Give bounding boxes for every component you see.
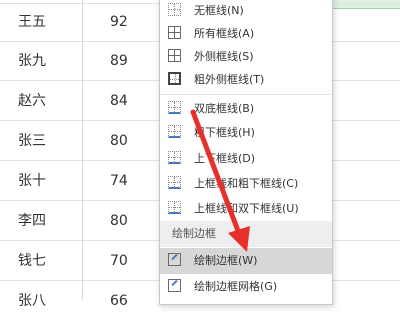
score-cell[interactable]: 74	[110, 162, 150, 200]
border-dropdown-menu: 无框线(N) 所有框线(A) 外侧框线(S) 粗外侧框线(T) 双底框线(B) …	[159, 0, 333, 305]
draw-border-icon	[168, 253, 181, 266]
score-cell[interactable]: 89	[110, 42, 150, 80]
score-cell[interactable]: 80	[110, 122, 150, 160]
no-border-icon	[168, 3, 181, 16]
score-cell[interactable]: 92	[110, 3, 150, 41]
menu-item-double-bottom-border[interactable]: 双底框线(B)	[160, 96, 332, 122]
section-title: 绘制边框	[172, 227, 216, 240]
draw-borders-section-header: 绘制边框	[160, 221, 332, 247]
menu-item-top-thick-bottom-border[interactable]: 上框线和粗下框线(C)	[160, 171, 332, 197]
top-bottom-border-icon	[168, 151, 181, 164]
menu-item-label: 粗外侧框线(T)	[194, 73, 265, 86]
outside-borders-icon	[168, 49, 181, 62]
menu-item-label: 绘制边框网格(G)	[194, 280, 278, 293]
menu-item-label: 上框线和双下框线(U)	[194, 202, 299, 215]
menu-divider	[160, 94, 332, 95]
name-cell[interactable]: 张九	[18, 42, 46, 80]
menu-item-thick-bottom-border[interactable]: 粗下框线(H)	[160, 120, 332, 146]
score-cell[interactable]: 70	[110, 242, 150, 280]
menu-item-label: 绘制边框(W)	[194, 254, 258, 267]
menu-item-label: 双底框线(B)	[194, 102, 255, 115]
name-cell[interactable]: 张八	[18, 282, 46, 320]
thick-bottom-border-icon	[168, 125, 181, 138]
menu-item-thick-outside-borders[interactable]: 粗外侧框线(T)	[160, 67, 332, 93]
top-thick-bottom-border-icon	[168, 176, 181, 189]
name-cell[interactable]: 钱七	[18, 242, 46, 280]
top-double-bottom-border-icon	[168, 201, 181, 214]
name-cell[interactable]: 赵六	[18, 82, 46, 120]
menu-item-top-bottom-border[interactable]: 上下框线(D)	[160, 146, 332, 172]
menu-item-label: 上下框线(D)	[194, 152, 256, 165]
thick-outside-borders-icon	[168, 72, 181, 85]
all-borders-icon	[168, 26, 181, 39]
name-cell[interactable]: 张三	[18, 122, 46, 160]
menu-item-draw-border[interactable]: 绘制边框(W)	[160, 248, 332, 274]
draw-border-grid-icon	[168, 279, 181, 292]
name-cell[interactable]: 张十	[18, 162, 46, 200]
score-cell[interactable]: 66	[110, 282, 150, 320]
menu-item-top-double-bottom-border[interactable]: 上框线和双下框线(U)	[160, 196, 332, 222]
double-bottom-border-icon	[168, 101, 181, 114]
menu-item-label: 粗下框线(H)	[194, 126, 255, 139]
score-cell[interactable]: 84	[110, 82, 150, 120]
score-cell[interactable]: 80	[110, 202, 150, 240]
name-cell[interactable]: 李四	[18, 202, 46, 240]
name-cell[interactable]: 王五	[18, 3, 46, 41]
menu-item-label: 上框线和粗下框线(C)	[194, 177, 299, 190]
menu-item-draw-border-grid[interactable]: 绘制边框网格(G)	[160, 274, 332, 300]
